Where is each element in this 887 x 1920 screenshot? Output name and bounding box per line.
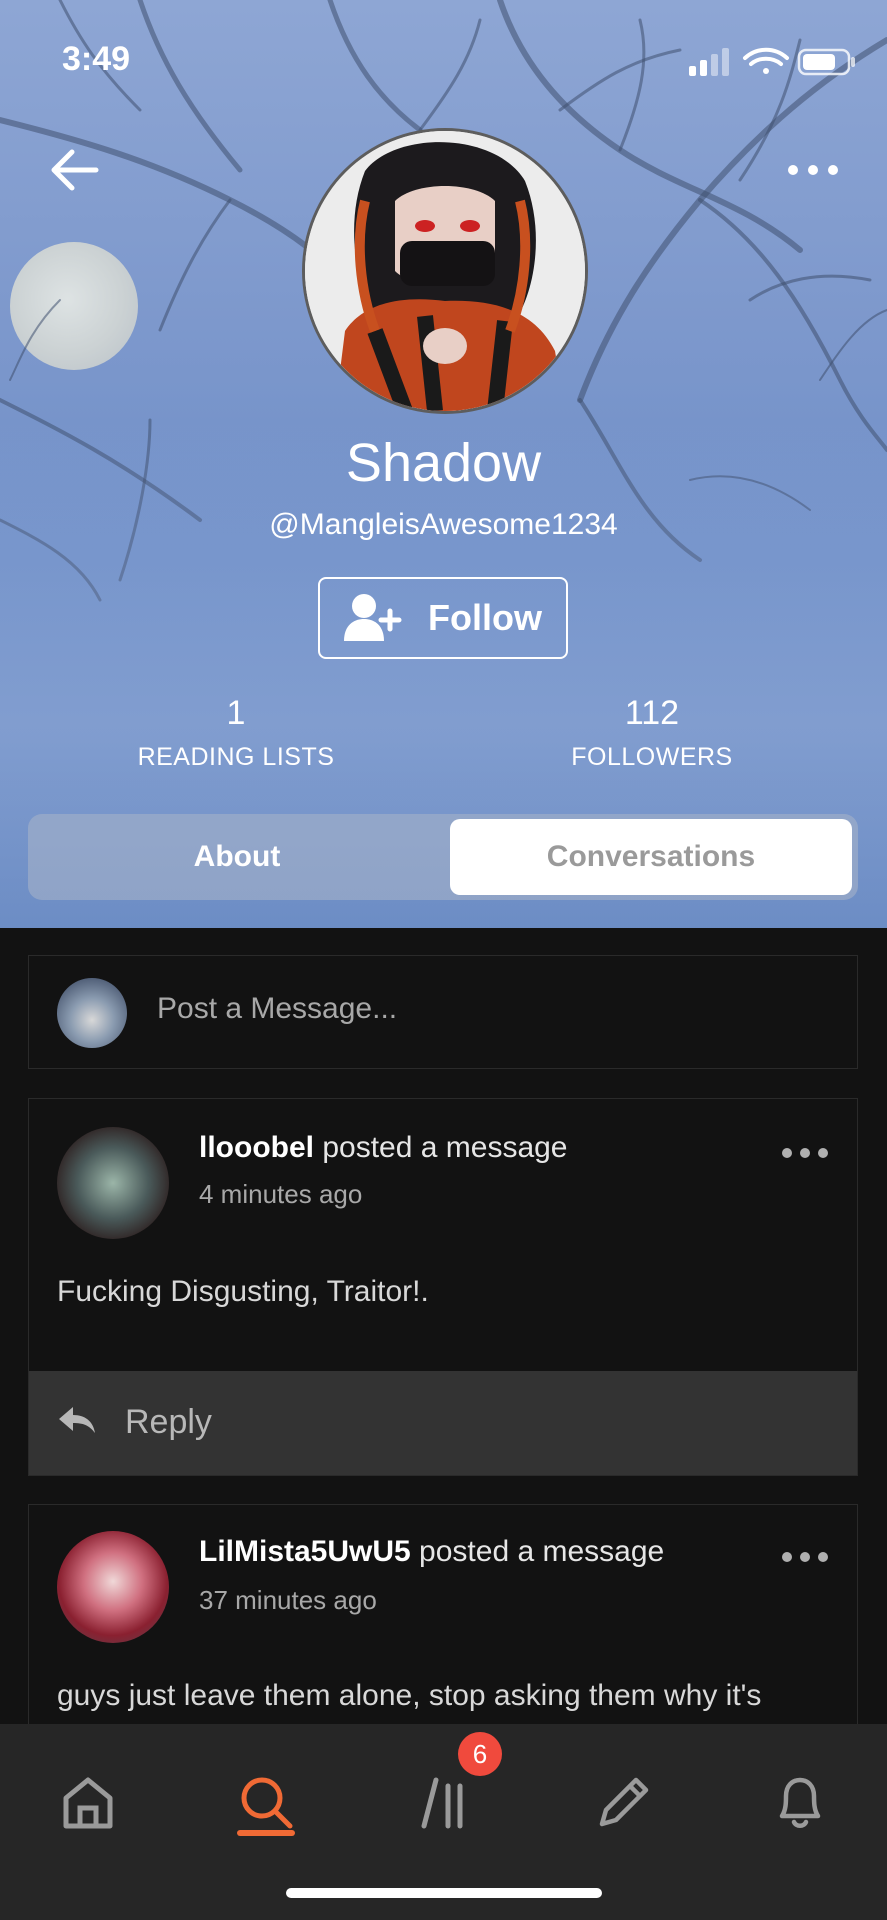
stat-reading-lists[interactable]: 1 READING LISTS bbox=[86, 694, 386, 772]
home-icon bbox=[63, 1777, 113, 1829]
profile-header: 3:49 Shadow @MangleisAwesome1234 Follow … bbox=[0, 0, 887, 928]
stat-label: READING LISTS bbox=[137, 743, 335, 771]
signal-icon bbox=[689, 48, 729, 76]
post-body: Fucking Disgusting, Traitor!. bbox=[57, 1275, 429, 1308]
current-user-avatar bbox=[57, 978, 127, 1048]
tab-conversations[interactable]: Conversations bbox=[450, 819, 852, 895]
add-user-icon bbox=[344, 594, 402, 641]
profile-handle: @MangleisAwesome1234 bbox=[269, 508, 618, 541]
wifi-icon bbox=[743, 47, 789, 74]
post-timestamp: 37 minutes ago bbox=[199, 1585, 377, 1615]
profile-display-name: Shadow bbox=[345, 433, 542, 493]
profile-tabs: About Conversations bbox=[28, 814, 858, 900]
post-message-input[interactable]: Post a Message... bbox=[157, 992, 397, 1026]
post-author-name[interactable]: llooobel bbox=[199, 1131, 314, 1164]
status-time: 3:49 bbox=[62, 40, 131, 78]
reply-button[interactable]: Reply bbox=[29, 1371, 857, 1475]
post-author-avatar[interactable] bbox=[57, 1127, 169, 1239]
nav-write[interactable] bbox=[567, 1744, 677, 1864]
battery-icon bbox=[797, 48, 855, 76]
post-message-composer[interactable]: Post a Message... bbox=[28, 955, 858, 1069]
post-header: llooobel posted a message bbox=[199, 1131, 568, 1165]
reply-label: Reply bbox=[125, 1403, 212, 1441]
post-action-text: posted a message bbox=[314, 1131, 568, 1164]
search-icon bbox=[241, 1777, 293, 1829]
stat-value: 112 bbox=[624, 694, 680, 732]
stat-value: 1 bbox=[226, 694, 246, 732]
post-more-icon[interactable] bbox=[781, 1145, 829, 1161]
library-icon bbox=[421, 1777, 463, 1829]
back-arrow-icon[interactable] bbox=[46, 142, 106, 202]
stat-label: FOLLOWERS bbox=[571, 743, 733, 771]
post-header: LilMista5UwU5 posted a message bbox=[199, 1535, 664, 1569]
notifications-icon bbox=[779, 1777, 821, 1828]
status-icons bbox=[689, 47, 855, 76]
library-badge: 6 bbox=[458, 1732, 502, 1776]
post-author-name[interactable]: LilMista5UwU5 bbox=[199, 1535, 411, 1568]
conversation-post: LilMista5UwU5 posted a message 37 minute… bbox=[28, 1504, 858, 1744]
home-indicator bbox=[286, 1888, 602, 1898]
nav-search[interactable] bbox=[211, 1744, 321, 1864]
post-timestamp: 4 minutes ago bbox=[199, 1179, 363, 1209]
more-options-icon[interactable] bbox=[783, 150, 843, 190]
nav-notifications[interactable] bbox=[745, 1744, 855, 1864]
reply-icon bbox=[59, 1407, 95, 1433]
post-more-icon[interactable] bbox=[781, 1549, 829, 1565]
active-tab-indicator bbox=[237, 1830, 295, 1836]
tab-about[interactable]: About bbox=[28, 814, 446, 900]
write-icon bbox=[599, 1777, 649, 1827]
profile-avatar bbox=[302, 128, 588, 414]
follow-label: Follow bbox=[428, 597, 542, 638]
follow-button[interactable]: Follow bbox=[318, 577, 568, 659]
post-action-text: posted a message bbox=[410, 1535, 665, 1568]
stat-followers[interactable]: 112 FOLLOWERS bbox=[502, 694, 802, 772]
post-body: guys just leave them alone, stop asking … bbox=[57, 1679, 762, 1712]
post-author-avatar[interactable] bbox=[57, 1531, 169, 1643]
conversation-post: llooobel posted a message 4 minutes ago … bbox=[28, 1098, 858, 1476]
nav-home[interactable] bbox=[33, 1744, 143, 1864]
